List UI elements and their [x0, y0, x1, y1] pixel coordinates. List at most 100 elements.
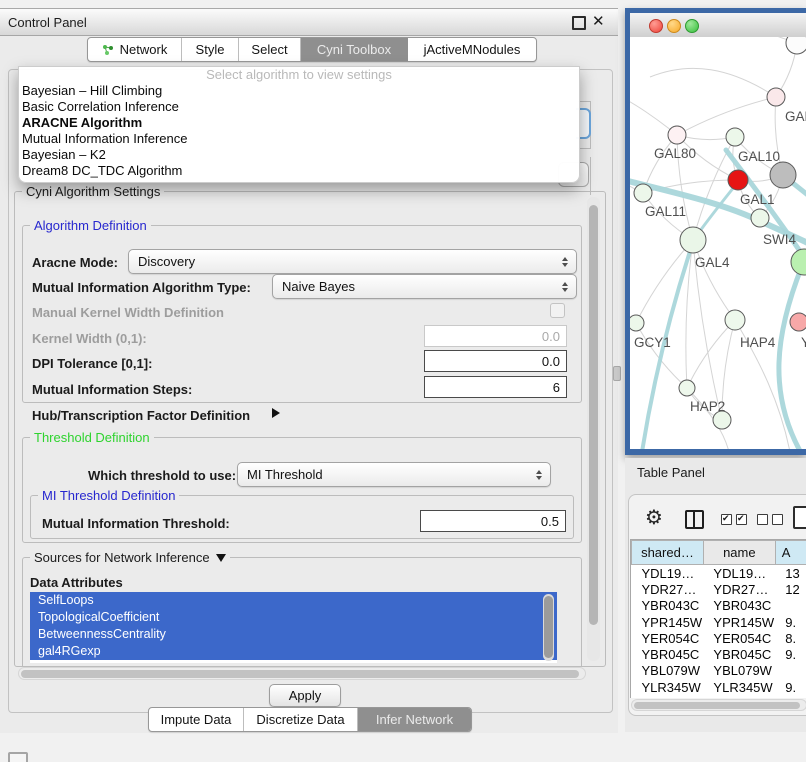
algorithm-option[interactable]: ARACNE Algorithm — [19, 115, 579, 131]
tab-network[interactable]: Network — [88, 38, 182, 61]
network-node-gal11[interactable] — [634, 184, 652, 202]
table-row[interactable]: YDL19…YDL19…13 — [632, 565, 806, 582]
table-hscrollbar-track[interactable] — [631, 699, 806, 711]
sources-legend[interactable]: Sources for Network Inference — [30, 551, 230, 564]
algorithm-option[interactable]: Dream8 DC_TDC Algorithm — [19, 163, 579, 179]
settings-hscrollbar-thumb[interactable] — [21, 670, 579, 678]
table-row[interactable]: YLR345WYLR345W9. — [632, 679, 806, 695]
attribute-list-item[interactable]: gal4RGexp — [30, 643, 557, 660]
hub-definition-label[interactable]: Hub/Transcription Factor Definition — [32, 408, 250, 423]
settings-gear-icon[interactable]: ⚙ — [645, 508, 663, 528]
algorithm-option[interactable]: Basic Correlation Inference — [19, 99, 579, 115]
network-canvas[interactable]: GALGAL80GAL10GAL1GAL11SWI4GAL4GCY1HAP4YH… — [630, 37, 806, 449]
network-edge — [650, 68, 776, 97]
column-header-name[interactable]: name — [703, 541, 775, 565]
which-threshold-combo[interactable]: MI Threshold — [237, 462, 551, 487]
algorithm-option[interactable]: Bayesian – K2 — [19, 147, 579, 163]
column-header-partial[interactable]: A — [775, 541, 806, 565]
minimize-traffic-light-icon[interactable] — [667, 19, 681, 33]
close-icon[interactable]: ✕ — [592, 12, 605, 30]
table-row[interactable]: YPR145WYPR145W9. — [632, 614, 806, 630]
mi-type-label: Mutual Information Algorithm Type: — [32, 280, 251, 295]
network-node-gray1[interactable] — [770, 162, 796, 188]
deselect-all-checkboxes-icon[interactable] — [757, 514, 783, 525]
bottom-tabbar: Impute Data Discretize Data Infer Networ… — [148, 707, 472, 732]
attribute-list-item[interactable]: BetweennessCentrality — [30, 626, 557, 643]
node-table-container: shared… name A YDL19…YDL19…13YDR27…YDR27… — [630, 539, 806, 698]
network-node-hap4[interactable] — [725, 310, 745, 330]
attributes-vscrollbar-thumb[interactable] — [544, 596, 553, 658]
control-panel-title: Control Panel — [8, 15, 87, 30]
table-row[interactable]: YER054CYER054C8. — [632, 630, 806, 646]
table-panel-titlebar: Table Panel — [625, 458, 806, 486]
mi-type-combo[interactable]: Naive Bayes — [272, 274, 577, 299]
close-traffic-light-icon[interactable] — [649, 19, 663, 33]
table-file-icon[interactable] — [793, 506, 806, 529]
stepper-icon — [562, 282, 568, 292]
screenshot-root: Control Panel ✕ Network Style Select Cyn… — [0, 0, 806, 762]
table-panel-body: ⚙ shared… name A YDL19…Y — [625, 486, 806, 732]
network-node-bot[interactable] — [713, 411, 731, 429]
algorithm-option[interactable]: Bayesian – Hill Climbing — [19, 83, 579, 99]
network-node-hap2[interactable] — [679, 380, 695, 396]
tab-impute-data[interactable]: Impute Data — [149, 708, 244, 731]
column-header-shared-name[interactable]: shared… — [632, 541, 704, 565]
network-window-titlebar[interactable] — [630, 13, 806, 38]
network-node-label: GAL11 — [645, 204, 686, 219]
collapsed-panel-icon[interactable] — [8, 752, 28, 762]
network-node-label: GAL — [785, 109, 806, 124]
tab-discretize-data[interactable]: Discretize Data — [244, 708, 358, 731]
network-node-gal1[interactable] — [728, 170, 748, 190]
dpi-tolerance-label: DPI Tolerance [0,1]: — [32, 356, 152, 371]
table-hscrollbar-thumb[interactable] — [634, 702, 800, 709]
table-row[interactable]: YBR045CYBR045C9. — [632, 646, 806, 662]
dpi-tolerance-field[interactable]: 0.0 — [424, 350, 567, 372]
table-row[interactable]: YDR27…YDR27…12 — [632, 581, 806, 597]
table-row[interactable]: YBL079WYBL079W — [632, 663, 806, 679]
attributes-vscrollbar-track[interactable] — [543, 594, 554, 661]
panel-splitter-grip[interactable] — [613, 366, 621, 381]
tab-cyni-toolbox[interactable]: Cyni Toolbox — [301, 38, 408, 61]
tab-style[interactable]: Style — [182, 38, 239, 61]
mi-steps-label: Mutual Information Steps: — [32, 382, 192, 397]
table-row[interactable]: YBR043CYBR043C — [632, 598, 806, 614]
network-node-green2[interactable] — [791, 249, 806, 275]
select-all-checkboxes-icon[interactable] — [721, 514, 747, 525]
expander-right-icon[interactable] — [272, 408, 280, 418]
network-node-gal10[interactable] — [726, 128, 744, 146]
mi-threshold-field[interactable]: 0.5 — [420, 510, 566, 532]
split-view-icon[interactable] — [685, 510, 704, 529]
attribute-list-item[interactable]: SelfLoops — [30, 592, 557, 609]
network-node-y[interactable] — [790, 313, 806, 331]
aracne-mode-combo[interactable]: Discovery — [128, 249, 577, 274]
settings-vscrollbar-track[interactable] — [587, 197, 600, 661]
mi-steps-field[interactable]: 6 — [424, 376, 567, 398]
tab-select[interactable]: Select — [239, 38, 301, 61]
zoom-traffic-light-icon[interactable] — [685, 19, 699, 33]
network-node-gal80[interactable] — [668, 126, 686, 144]
table-row[interactable]: YIL052CYIL052C9. — [632, 695, 806, 698]
network-node-top[interactable] — [786, 37, 806, 54]
settings-hscrollbar-track[interactable] — [18, 667, 586, 680]
network-node-gcy1[interactable] — [630, 315, 644, 331]
stepper-icon — [562, 257, 568, 267]
attribute-list-item[interactable]: TopologicalCoefficient — [30, 609, 557, 626]
data-attributes-list[interactable]: SelfLoopsTopologicalCoefficientBetweenne… — [30, 592, 557, 663]
algorithm-option[interactable]: Mutual Information Inference — [19, 131, 579, 147]
network-node-swi4[interactable] — [751, 209, 769, 227]
tab-jactivemnodules[interactable]: jActiveMNodules — [408, 38, 536, 61]
network-node-label: GCY1 — [634, 335, 671, 350]
cyni-settings-legend: Cyni Algorithm Settings — [22, 185, 164, 198]
network-node-gal4[interactable] — [680, 227, 706, 253]
network-node-gal[interactable] — [767, 88, 785, 106]
network-node-label: GAL10 — [738, 149, 780, 164]
algorithm-dropdown-placeholder: Select algorithm to view settings — [19, 67, 579, 83]
mi-threshold-label: Mutual Information Threshold: — [42, 516, 230, 531]
float-window-icon[interactable] — [572, 16, 586, 30]
apply-button[interactable]: Apply — [269, 684, 341, 707]
node-table: shared… name A YDL19…YDL19…13YDR27…YDR27… — [631, 540, 806, 698]
control-panel-tabbar: Network Style Select Cyni Toolbox jActiv… — [87, 37, 537, 62]
tab-infer-network[interactable]: Infer Network — [358, 708, 471, 731]
network-node-label: GAL80 — [654, 146, 696, 161]
settings-vscrollbar-thumb[interactable] — [589, 205, 598, 625]
